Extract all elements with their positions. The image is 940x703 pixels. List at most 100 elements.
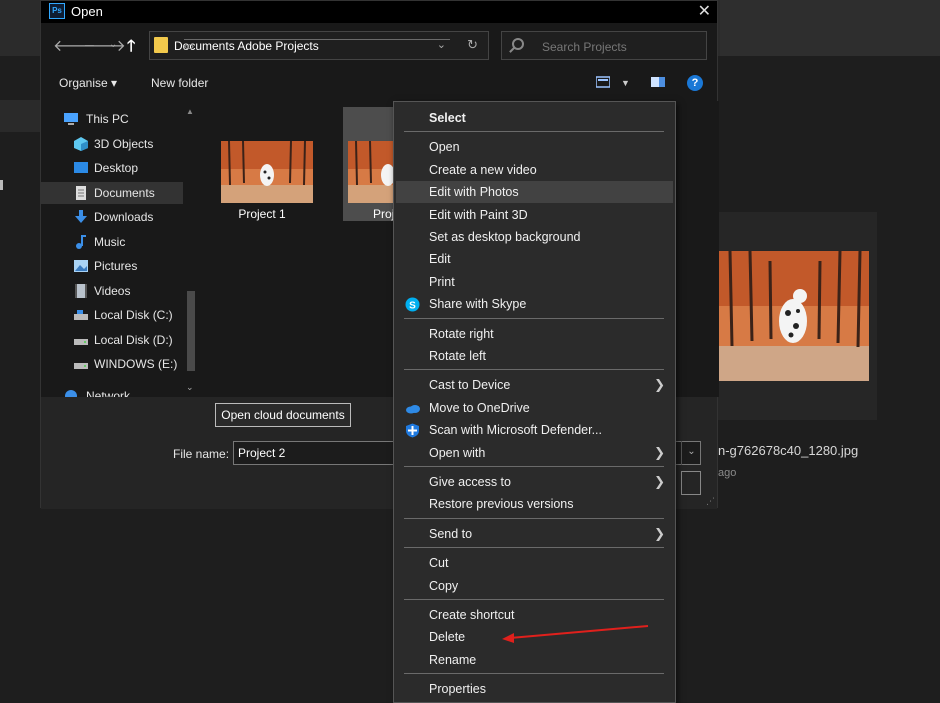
refresh-icon[interactable]: ↻: [467, 37, 478, 53]
address-dropdown-icon[interactable]: ⌄: [437, 38, 446, 51]
menu-item-cut[interactable]: Cut: [396, 552, 673, 574]
menu-item-send-to[interactable]: Send to ❯: [396, 523, 673, 545]
menu-item-cast-to-device[interactable]: Cast to Device ❯: [396, 374, 673, 396]
menu-item-label: Cut: [429, 556, 449, 571]
recent-file-thumbnail[interactable]: [718, 251, 869, 381]
computer-icon: [64, 113, 78, 125]
resize-grip-icon[interactable]: ⋰: [706, 496, 715, 507]
annotation-arrow: [502, 625, 649, 643]
menu-item-move-to-onedrive[interactable]: Move to OneDrive: [396, 397, 673, 419]
menu-item-rotate-left[interactable]: Rotate left: [396, 345, 673, 367]
download-icon: [75, 210, 87, 223]
nav-item-label: Videos: [94, 284, 131, 298]
nav-item-videos[interactable]: Videos: [41, 280, 183, 302]
scroll-down-icon[interactable]: ⌄: [186, 382, 194, 393]
menu-item-label: Print: [429, 274, 455, 289]
view-dropdown-icon[interactable]: ▼: [621, 78, 630, 88]
menu-item-properties[interactable]: Properties: [396, 678, 673, 700]
menu-item-scan-with-microsoft-defender[interactable]: Scan with Microsoft Defender...: [396, 419, 673, 441]
file-name-dropdown-icon[interactable]: ⌄: [681, 441, 701, 465]
desktop-icon: [74, 162, 88, 173]
music-icon: [76, 235, 86, 249]
menu-item-copy[interactable]: Copy: [396, 575, 673, 597]
up-arrow-icon[interactable]: 🡑: [127, 35, 135, 62]
menu-item-label: Rotate right: [429, 326, 494, 341]
search-box[interactable]: Search Projects: [501, 31, 707, 60]
menu-separator: [404, 317, 664, 319]
organise-button[interactable]: Organise ▾: [59, 76, 117, 90]
menu-item-print[interactable]: Print: [396, 271, 673, 293]
nav-item-pictures[interactable]: Pictures: [41, 255, 183, 277]
nav-item-local-disk-d[interactable]: Local Disk (D:): [41, 329, 183, 351]
nav-item-3d-objects[interactable]: 3D Objects: [41, 133, 183, 155]
nav-item-label: Network: [86, 389, 131, 397]
address-bar[interactable]: « Documents › Adobe › Projects ⌄ ↻: [149, 31, 489, 60]
menu-item-label: Move to OneDrive: [429, 400, 530, 415]
nav-item-desktop[interactable]: Desktop: [41, 157, 183, 179]
command-bar: Organise ▾ New folder ▼ ?: [41, 67, 717, 99]
nav-item-local-disk-c[interactable]: Local Disk (C:): [41, 304, 183, 326]
drive-icon: [74, 310, 88, 320]
network-icon: [65, 390, 77, 397]
onedrive-icon: [406, 404, 420, 414]
menu-item-restore-previous-versions[interactable]: Restore previous versions: [396, 493, 673, 515]
search-icon: [512, 38, 524, 50]
menu-item-set-as-desktop-background[interactable]: Set as desktop background: [396, 226, 673, 248]
menu-item-label: Rotate left: [429, 349, 486, 363]
document-icon: [76, 186, 86, 200]
nav-item-this-pc[interactable]: This PC: [41, 108, 183, 130]
nav-item-network[interactable]: Network: [41, 385, 183, 397]
menu-item-rotate-right[interactable]: Rotate right: [396, 323, 673, 345]
menu-separator: [404, 466, 664, 467]
file-type-select[interactable]: [681, 471, 701, 495]
forward-arrow-icon[interactable]: 🡒: [83, 35, 126, 56]
nav-item-documents[interactable]: Documents: [41, 182, 183, 204]
menu-item-label: Send to: [429, 526, 473, 541]
file-item-project-1[interactable]: Project 1: [211, 107, 313, 221]
breadcrumb-separator: ›: [190, 39, 450, 53]
menu-item-label: Set as desktop background: [429, 230, 581, 244]
help-icon[interactable]: ?: [687, 75, 703, 91]
menu-item-give-access-to[interactable]: Give access to ❯: [396, 471, 673, 493]
menu-item-edit-with-paint-3d[interactable]: Edit with Paint 3D: [396, 204, 673, 226]
nav-item-label: Local Disk (C:): [94, 308, 173, 322]
nav-item-music[interactable]: Music: [41, 231, 183, 253]
submenu-chevron-icon: ❯: [654, 525, 665, 541]
scroll-up-icon[interactable]: ▲: [186, 107, 194, 116]
nav-item-label: This PC: [86, 112, 129, 126]
preview-pane-icon[interactable]: [651, 76, 665, 88]
menu-item-select[interactable]: Select: [396, 107, 673, 129]
nav-pane-scrollbar[interactable]: ▲ ⌄: [184, 107, 196, 392]
open-cloud-documents-button[interactable]: Open cloud documents: [215, 403, 351, 427]
close-button[interactable]: ✕: [698, 1, 711, 21]
recent-file-date: ago: [718, 467, 737, 479]
menu-item-edit-with-photos[interactable]: Edit with Photos: [396, 181, 673, 204]
menu-item-rename[interactable]: Rename: [396, 649, 673, 671]
app-left-marker: [0, 180, 3, 190]
menu-item-label: Delete: [429, 630, 466, 645]
scroll-thumb[interactable]: [187, 291, 195, 371]
photoshop-icon: Ps: [49, 3, 65, 19]
breadcrumb-projects[interactable]: Projects: [275, 39, 318, 53]
context-menu: Select Open Create a new video Edit with Ph…: [393, 101, 676, 703]
menu-item-open-with[interactable]: Open with ❯: [396, 442, 673, 464]
menu-item-label: Scan with Microsoft Defender...: [429, 423, 602, 438]
nav-item-label: Music: [94, 235, 126, 249]
search-input[interactable]: Search Projects: [542, 40, 627, 54]
nav-item-windows-e[interactable]: WINDOWS (E:): [41, 353, 183, 375]
cube-icon: [74, 137, 88, 151]
menu-item-share-with-skype[interactable]: S Share with Skype: [396, 293, 673, 315]
recent-locations-chevron-icon[interactable]: ⌄: [109, 39, 117, 50]
breadcrumb-adobe[interactable]: Adobe: [237, 39, 272, 53]
menu-item-label: Properties: [429, 682, 486, 697]
new-folder-button[interactable]: New folder: [151, 76, 208, 90]
view-options-icon[interactable]: [596, 76, 610, 88]
menu-item-edit[interactable]: Edit: [396, 248, 673, 270]
nav-item-downloads[interactable]: Downloads: [41, 206, 183, 228]
dialog-titlebar[interactable]: Ps Open ✕: [41, 1, 717, 23]
menu-item-label: Edit: [429, 252, 451, 267]
menu-item-create-a-new-video[interactable]: Create a new video: [396, 159, 673, 181]
recent-file-name[interactable]: n-g762678c40_1280.jpg: [718, 443, 858, 458]
menu-item-open[interactable]: Open: [396, 136, 673, 158]
drive-icon: [74, 339, 88, 345]
